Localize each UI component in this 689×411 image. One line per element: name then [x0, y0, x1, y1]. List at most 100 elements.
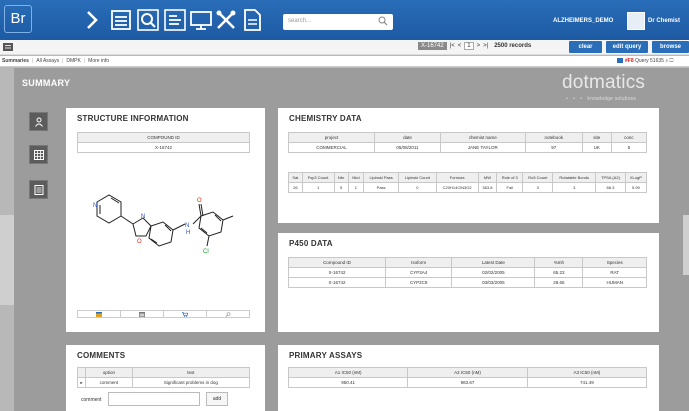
- left-collapse-handle[interactable]: [0, 215, 14, 305]
- list-icon[interactable]: [109, 8, 133, 32]
- query-label[interactable]: Query 51635: [635, 58, 664, 64]
- primary-assays-title: PRIMARY ASSAYS: [289, 351, 363, 360]
- person-button[interactable]: [29, 112, 48, 131]
- record-count: 2500 records: [494, 43, 532, 49]
- table-cell: 97: [524, 142, 583, 153]
- column-header: date: [374, 132, 441, 143]
- table-row: COMMERCIAL 05/08/2011 JANE TAYLOR 97 UK …: [287, 142, 648, 153]
- table-cell: 68.3: [595, 182, 626, 193]
- atom-label: H: [186, 230, 190, 236]
- record-pager: X-16742 |< < 1 > >| 2500 records: [418, 42, 531, 50]
- search-input[interactable]: search...: [283, 14, 393, 30]
- magnifier-icon[interactable]: [378, 16, 388, 26]
- table-cell: 1: [301, 182, 335, 193]
- table-button[interactable]: [120, 310, 163, 318]
- page-number-input[interactable]: 1: [464, 42, 474, 50]
- column-header: [77, 367, 86, 378]
- query-tools-icon[interactable]: ⌕ ☐: [665, 58, 673, 64]
- column-header: Isoform: [384, 257, 453, 268]
- atom-label: O: [197, 198, 202, 204]
- table-cell: X-16742: [288, 277, 386, 288]
- next-page-button[interactable]: >: [477, 43, 481, 49]
- right-collapse-handle[interactable]: [683, 215, 689, 275]
- search-placeholder: search...: [288, 18, 312, 24]
- column-header: Latest Date: [451, 257, 536, 268]
- table-cell: COMMERCIAL: [287, 142, 376, 153]
- comments-table: option text ▸ comment Significant proble…: [77, 367, 251, 388]
- cart-button[interactable]: [163, 310, 206, 318]
- search-icon[interactable]: [136, 8, 160, 32]
- compound-id-value[interactable]: X-16742: [77, 142, 250, 153]
- column-header: XLogP: [624, 172, 648, 183]
- list-view-icon[interactable]: [3, 43, 13, 51]
- atom-label: N: [93, 203, 97, 209]
- chevron-right-icon[interactable]: [80, 8, 104, 32]
- search-structure-button[interactable]: [206, 310, 250, 318]
- structure-title: STRUCTURE INFORMATION: [77, 114, 189, 123]
- table-row: 950.41 983.67 741.49: [287, 377, 648, 388]
- column-header: Lipinski Pass: [363, 172, 400, 183]
- form-button[interactable]: [29, 180, 48, 199]
- table-cell: Fail: [496, 182, 524, 193]
- tab-bar: Summaries | All Assays | DMPK | More inf…: [0, 56, 689, 67]
- table-cell: HUMAN: [582, 277, 647, 288]
- column-header: chemist name: [439, 132, 526, 143]
- tools-icon[interactable]: [214, 8, 238, 32]
- browse-button[interactable]: browse: [652, 41, 689, 53]
- column-header: Compound ID: [288, 257, 386, 268]
- column-header: option: [85, 367, 133, 378]
- list-lines-icon[interactable]: [163, 8, 187, 32]
- query-flag: #F8: [625, 58, 634, 64]
- p450-table: Compound ID Isoform Latest Date %Inh Spe…: [288, 257, 647, 288]
- last-page-button[interactable]: >|: [483, 43, 488, 49]
- column-header: Nbd: [347, 172, 365, 183]
- properties-table: Sat Fsp3 Count Nbr Nbd Lipinski Pass Lip…: [288, 172, 648, 193]
- table-cell: 26: [288, 182, 303, 193]
- comment-label: comment: [81, 397, 102, 403]
- add-comment-button[interactable]: add: [206, 392, 228, 406]
- column-header: A3 IC50 (nM): [526, 367, 648, 378]
- form-icon: [34, 185, 44, 195]
- document-icon[interactable]: [240, 8, 264, 32]
- column-header: Sat: [288, 172, 303, 183]
- table-row: X-16742 CYP2C9 03/03/2005 28.65 HUMAN: [288, 277, 647, 288]
- table-cell: 3: [522, 182, 554, 193]
- prev-page-button[interactable]: <: [458, 43, 462, 49]
- monitor-icon[interactable]: [189, 8, 213, 32]
- p450-title: P450 DATA: [289, 239, 333, 248]
- column-header: notebook: [524, 132, 583, 143]
- chemical-structure-image[interactable]: N O N N O Cl H: [77, 160, 250, 305]
- top-toolbar: Br search... ALZHEIMERS_DEMO Dr Chemist: [0, 0, 689, 40]
- table-row: 26 1 5 1 Pass 0 C20H14ClN3O2 363.8 Fail …: [288, 182, 648, 193]
- first-page-button[interactable]: |<: [450, 43, 455, 49]
- tab-dmpk[interactable]: DMPK: [66, 58, 80, 64]
- chemistry-panel: CHEMISTRY DATA project date chemist name…: [278, 108, 659, 223]
- table-cell: 950.41: [287, 377, 409, 388]
- table-cell: 03/03/2005: [451, 277, 536, 288]
- brand-logo: dotmatics: [562, 72, 646, 93]
- table-row[interactable]: ▸ comment Significant problems in dog: [77, 377, 251, 388]
- tab-more-info[interactable]: More info: [88, 58, 109, 64]
- table-cell: JANE TAYLOR: [439, 142, 526, 153]
- tab-summaries[interactable]: Summaries: [2, 58, 29, 64]
- avatar[interactable]: [627, 12, 645, 30]
- export-button[interactable]: [77, 310, 120, 318]
- table-cell: 3: [552, 182, 597, 193]
- user-name[interactable]: Dr Chemist: [648, 18, 680, 24]
- table-icon: [139, 312, 145, 317]
- tab-all-assays[interactable]: All Assays: [36, 58, 59, 64]
- table-cell: CYP2C9: [384, 277, 453, 288]
- column-header: Formula: [435, 172, 479, 183]
- app-logo[interactable]: Br: [4, 5, 32, 33]
- column-header: Nbr: [333, 172, 349, 183]
- primary-assays-table: A1 IC50 (nM) A2 IC50 (nM) A3 IC50 (nM) 9…: [287, 367, 648, 388]
- user-group-label: ALZHEIMERS_DEMO: [553, 18, 614, 24]
- query-info: #F8 Query 51635 ⌕ ☐: [617, 58, 673, 64]
- flag-icon: [617, 58, 623, 64]
- edit-query-button[interactable]: edit query: [606, 41, 648, 53]
- row-expander[interactable]: ▸: [77, 377, 86, 388]
- table-cell: 05/08/2011: [374, 142, 441, 153]
- grid-button[interactable]: [29, 145, 48, 164]
- clear-button[interactable]: clear: [569, 41, 602, 53]
- comment-input[interactable]: [108, 392, 200, 406]
